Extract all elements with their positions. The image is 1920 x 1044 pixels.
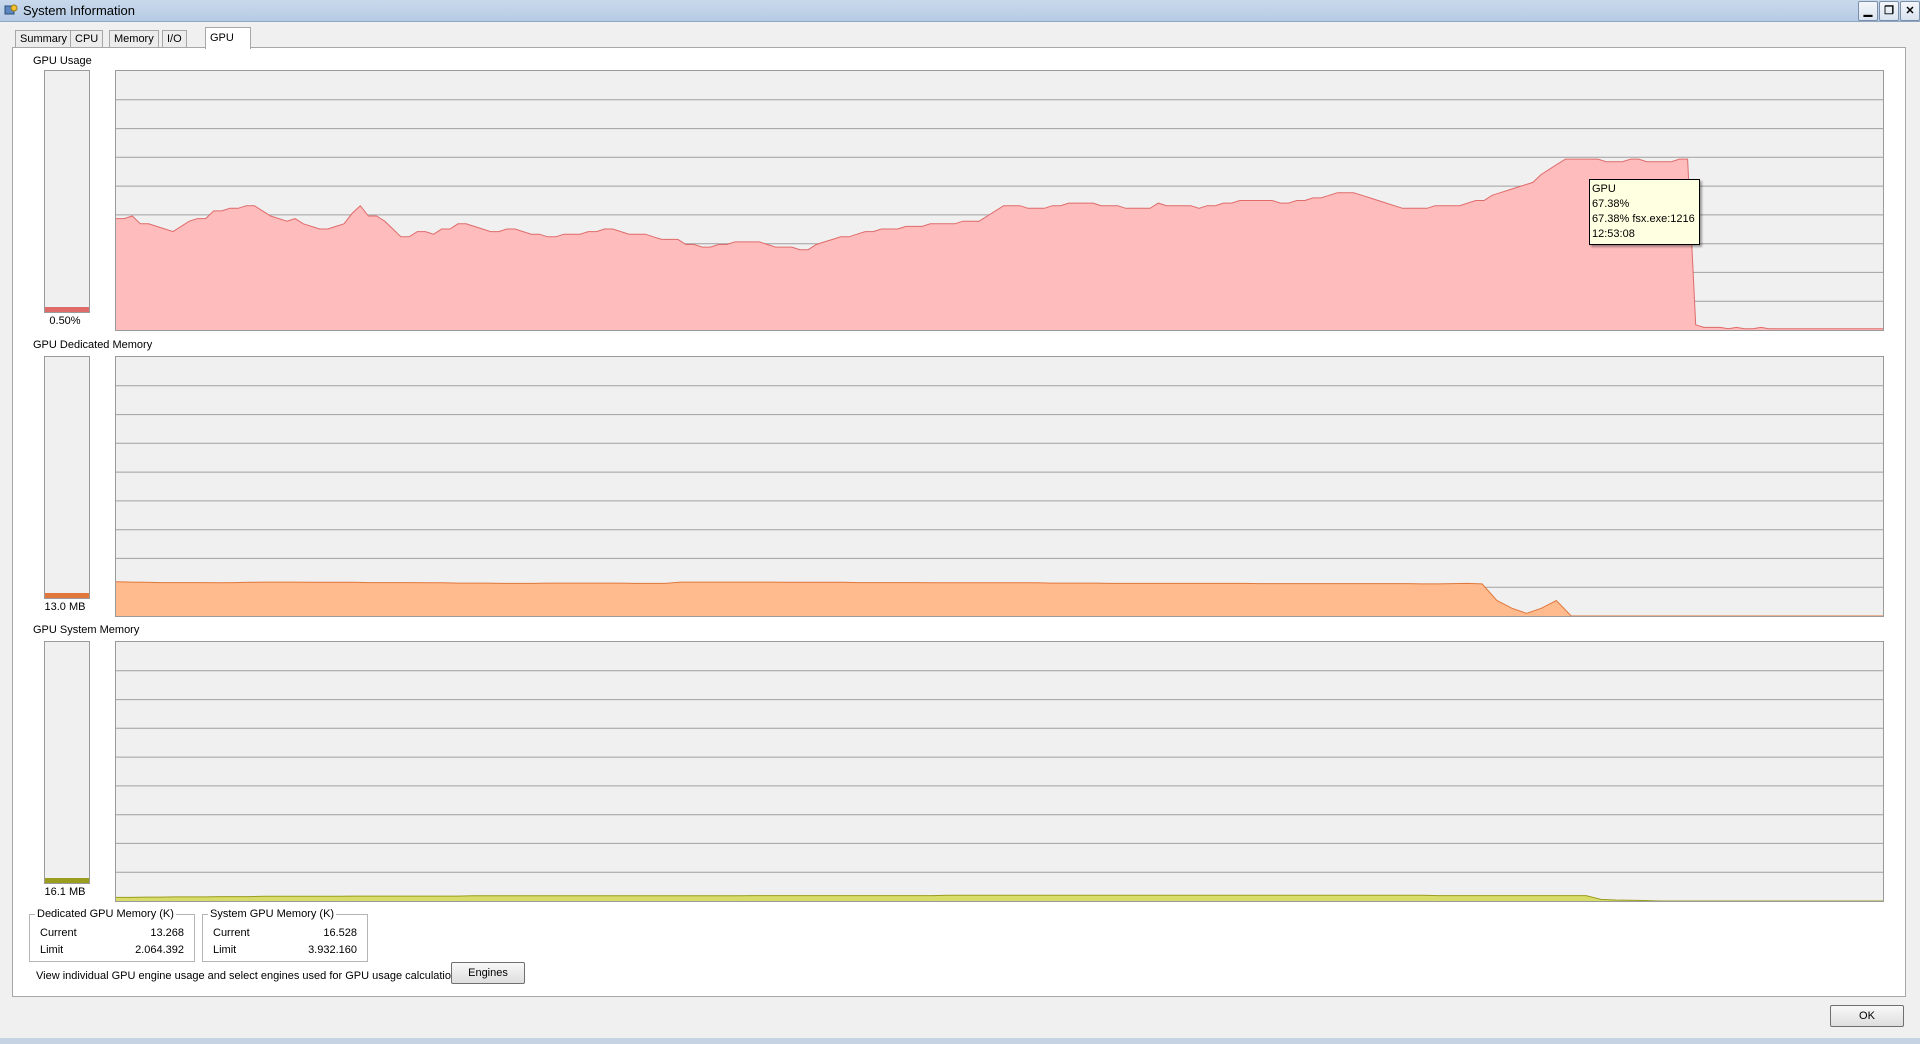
tab-cpu[interactable]: CPU: [70, 30, 104, 48]
tab-io[interactable]: I/O: [162, 30, 187, 48]
tab-memory[interactable]: Memory: [109, 30, 159, 48]
gpu-dedicated-memory-meter-fill: [45, 593, 89, 598]
tab-summary[interactable]: Summary: [15, 30, 73, 48]
close-button[interactable]: ✕: [1900, 1, 1920, 21]
tooltip-time: 12:53:08: [1592, 228, 1635, 240]
gpu-usage-label: GPU Usage: [33, 55, 92, 67]
dedicated-group-title: Dedicated GPU Memory (K): [35, 908, 176, 920]
dedicated-current-value: 13.268: [150, 927, 184, 939]
title-bar: System Information ▁ ❐ ✕: [0, 0, 1920, 22]
gpu-dedicated-memory-meter-value: 13.0 MB: [44, 601, 86, 613]
minimize-button[interactable]: ▁: [1858, 1, 1878, 21]
gpu-system-memory-label: GPU System Memory: [33, 624, 140, 636]
tooltip-percent: 67.38%: [1592, 198, 1630, 210]
dedicated-gpu-memory-group: Dedicated GPU Memory (K) Current 13.268 …: [29, 908, 195, 962]
system-gpu-memory-group: System GPU Memory (K) Current 16.528 Lim…: [202, 908, 368, 962]
gpu-usage-meter-fill: [45, 307, 89, 312]
tab-gpu[interactable]: GPU: [205, 27, 251, 49]
app-icon: [4, 4, 18, 15]
gpu-dedicated-memory-label: GPU Dedicated Memory: [33, 339, 153, 351]
graph-svg: [116, 670, 1883, 901]
system-group-title: System GPU Memory (K): [208, 908, 337, 920]
restore-button[interactable]: ❐: [1879, 1, 1899, 21]
taskbar: [0, 1038, 1920, 1044]
engines-description: View individual GPU engine usage and sel…: [36, 970, 466, 982]
engines-button[interactable]: Engines: [451, 962, 525, 984]
gpu-system-memory-graph[interactable]: [115, 641, 1884, 902]
system-current-value: 16.528: [323, 927, 357, 939]
system-limit-value: 3.932.160: [308, 944, 357, 956]
dedicated-current-label: Current: [40, 927, 77, 939]
gpu-tooltip: GPU 67.38% 67.38% fsx.exe:1216 12:53:08: [1589, 179, 1700, 245]
system-current-label: Current: [213, 927, 250, 939]
gpu-system-memory-meter-value: 16.1 MB: [44, 886, 86, 898]
gpu-dedicated-memory-graph[interactable]: [115, 356, 1884, 617]
gpu-usage-meter: [44, 70, 90, 313]
dedicated-limit-value: 2.064.392: [135, 944, 184, 956]
gpu-usage-meter-value: 0.50%: [49, 315, 81, 327]
system-limit-label: Limit: [213, 944, 237, 956]
window-title: System Information: [23, 3, 135, 18]
gpu-system-memory-meter: [44, 641, 90, 884]
gpu-dedicated-memory-meter: [44, 356, 90, 599]
tooltip-title: GPU: [1592, 183, 1616, 195]
dedicated-limit-label: Limit: [40, 944, 64, 956]
tooltip-process: 67.38% fsx.exe:1216: [1592, 213, 1695, 225]
gpu-system-memory-meter-fill: [45, 878, 89, 883]
graph-svg: [116, 385, 1883, 616]
ok-button[interactable]: OK: [1830, 1005, 1904, 1027]
